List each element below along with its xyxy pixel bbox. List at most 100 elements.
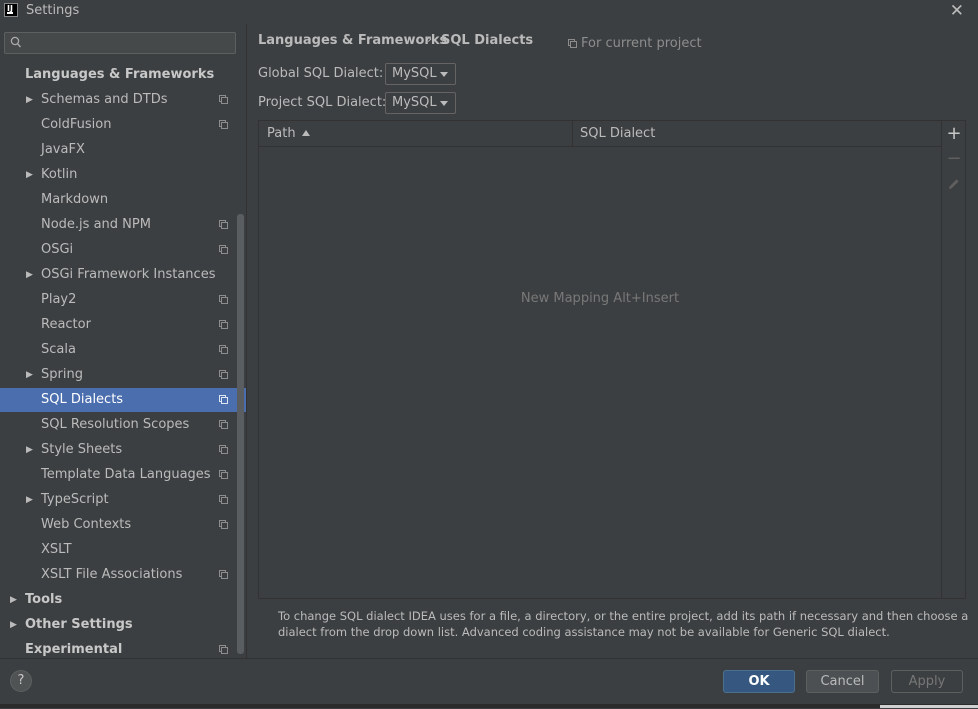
sidebar-item-play2[interactable]: Play2 xyxy=(0,288,246,312)
sidebar-item-label: Template Data Languages xyxy=(41,467,211,482)
dialect-mappings-table: Path SQL Dialect New Mapping Alt+Insert xyxy=(258,120,942,599)
sidebar-item-spring[interactable]: ▶ Spring xyxy=(0,363,246,387)
project-scope-icon xyxy=(219,470,228,479)
breadcrumb-parent[interactable]: Languages & Frameworks xyxy=(258,33,447,48)
sidebar-item-label: Other Settings xyxy=(25,617,133,632)
expand-arrow-icon[interactable]: ▶ xyxy=(26,363,33,387)
logo-text: IJ xyxy=(7,4,13,13)
breadcrumb-current: SQL Dialects xyxy=(441,33,534,48)
add-mapping-button[interactable]: + xyxy=(944,124,964,144)
project-dialect-select[interactable]: MySQL xyxy=(385,92,456,114)
project-scope-icon xyxy=(219,420,228,429)
close-icon[interactable]: ✕ xyxy=(950,1,964,21)
project-scope-icon xyxy=(219,220,228,229)
expand-arrow-icon[interactable]: ▶ xyxy=(10,613,17,637)
sidebar-item-languages-frameworks[interactable]: Languages & Frameworks xyxy=(0,63,246,87)
project-scope-icon xyxy=(219,120,228,129)
global-dialect-label: Global SQL Dialect: xyxy=(258,66,384,81)
sidebar-item-label: Schemas and DTDs xyxy=(41,92,168,107)
table-header: Path SQL Dialect xyxy=(259,121,941,147)
window-title: Settings xyxy=(26,3,80,18)
minus-icon: − xyxy=(946,148,962,169)
sidebar-item-label: Web Contexts xyxy=(41,517,132,532)
sidebar-item-label: Reactor xyxy=(41,317,91,332)
sidebar-item-xslt-file-associations[interactable]: XSLT File Associations xyxy=(0,563,246,587)
table-toolbar: + − xyxy=(942,120,966,599)
sidebar-item-typescript[interactable]: ▶ TypeScript xyxy=(0,488,246,512)
intellij-logo-icon: IJ xyxy=(4,3,18,17)
project-scope-icon xyxy=(219,520,228,529)
scope-label: For current project xyxy=(581,36,702,51)
chevron-down-icon xyxy=(440,101,448,106)
sidebar-item-scala[interactable]: Scala xyxy=(0,338,246,362)
sidebar-item-label: Tools xyxy=(25,592,63,607)
project-scope-icon xyxy=(219,570,228,579)
expand-arrow-icon[interactable]: ▶ xyxy=(26,438,33,462)
sidebar-item-schemas-and-dtds[interactable]: ▶ Schemas and DTDs xyxy=(0,88,246,112)
sidebar-item-label: OSGi Framework Instances xyxy=(41,267,216,282)
sort-ascending-icon xyxy=(301,130,310,136)
project-scope-icon xyxy=(219,95,228,104)
project-scope-icon xyxy=(219,320,228,329)
sidebar-item-label: OSGi xyxy=(41,242,74,257)
sidebar-item-osgi-framework-instances[interactable]: ▶ OSGi Framework Instances xyxy=(0,263,246,287)
sidebar-item-xslt[interactable]: XSLT xyxy=(0,538,246,562)
sidebar-item-coldfusion[interactable]: ColdFusion xyxy=(0,113,246,137)
edit-mapping-button[interactable] xyxy=(944,174,964,194)
sidebar-item-label: TypeScript xyxy=(41,492,109,507)
search-icon xyxy=(10,36,22,48)
sidebar-item-javafx[interactable]: JavaFX xyxy=(0,138,246,162)
column-header-path[interactable]: Path xyxy=(267,121,567,146)
sidebar-item-label: SQL Resolution Scopes xyxy=(41,417,190,432)
sidebar-item-label: JavaFX xyxy=(41,142,85,157)
help-button[interactable]: ? xyxy=(10,670,32,692)
global-dialect-select[interactable]: MySQL xyxy=(385,63,456,85)
expand-arrow-icon[interactable]: ▶ xyxy=(10,588,17,612)
sidebar-item-markdown[interactable]: Markdown xyxy=(0,188,246,212)
sidebar-item-style-sheets[interactable]: ▶ Style Sheets xyxy=(0,438,246,462)
sidebar-item-template-data-languages[interactable]: Template Data Languages xyxy=(0,463,246,487)
plus-icon: + xyxy=(946,123,962,144)
project-scope-icon xyxy=(219,345,228,354)
expand-arrow-icon[interactable]: ▶ xyxy=(26,488,33,512)
sidebar-item-label: Kotlin xyxy=(41,167,78,182)
project-scope-icon xyxy=(219,295,228,304)
question-icon: ? xyxy=(17,673,25,688)
project-scope-icon xyxy=(219,395,228,404)
window-bottom-edge xyxy=(0,704,978,708)
project-scope-icon xyxy=(219,245,228,254)
dialog-footer: ? OK Cancel Apply xyxy=(0,658,978,709)
table-empty-text[interactable]: New Mapping Alt+Insert xyxy=(259,291,941,306)
project-scope-icon xyxy=(219,370,228,379)
expand-arrow-icon[interactable]: ▶ xyxy=(26,88,33,112)
help-text: To change SQL dialect IDEA uses for a fi… xyxy=(278,609,969,639)
column-header-sql-dialect[interactable]: SQL Dialect xyxy=(580,121,655,146)
column-divider[interactable] xyxy=(572,121,573,146)
expand-arrow-icon[interactable]: ▶ xyxy=(26,163,33,187)
sidebar-item-label: Scala xyxy=(41,342,76,357)
sidebar-item-reactor[interactable]: Reactor xyxy=(0,313,246,337)
settings-search-input[interactable] xyxy=(4,32,236,54)
expand-arrow-icon[interactable]: ▶ xyxy=(26,263,33,287)
chevron-down-icon xyxy=(440,72,448,77)
sidebar-item-sql-dialects[interactable]: SQL Dialects xyxy=(0,388,246,412)
cancel-button[interactable]: Cancel xyxy=(806,670,879,693)
sidebar-item-label: Style Sheets xyxy=(41,442,123,457)
pencil-icon xyxy=(949,179,959,189)
sidebar-item-sql-resolution-scopes[interactable]: SQL Resolution Scopes xyxy=(0,413,246,437)
sidebar-item-tools[interactable]: ▶ Tools xyxy=(0,588,246,612)
global-dialect-value: MySQL xyxy=(392,66,437,81)
sidebar-item-kotlin[interactable]: ▶ Kotlin xyxy=(0,163,246,187)
sidebar-item-node-js-and-npm[interactable]: Node.js and NPM xyxy=(0,213,246,237)
sidebar-item-label: Spring xyxy=(41,367,83,382)
sidebar-item-other-settings[interactable]: ▶ Other Settings xyxy=(0,613,246,637)
remove-mapping-button[interactable]: − xyxy=(944,149,964,169)
sidebar-item-osgi[interactable]: OSGi xyxy=(0,238,246,262)
sidebar-item-label: SQL Dialects xyxy=(41,392,124,407)
sidebar-item-web-contexts[interactable]: Web Contexts xyxy=(0,513,246,537)
sidebar-scrollbar[interactable] xyxy=(237,214,244,654)
breadcrumb-separator-icon: › xyxy=(427,32,433,47)
apply-button[interactable]: Apply xyxy=(891,670,963,693)
ok-button[interactable]: OK xyxy=(723,670,795,693)
sidebar-item-label: ColdFusion xyxy=(41,117,112,132)
